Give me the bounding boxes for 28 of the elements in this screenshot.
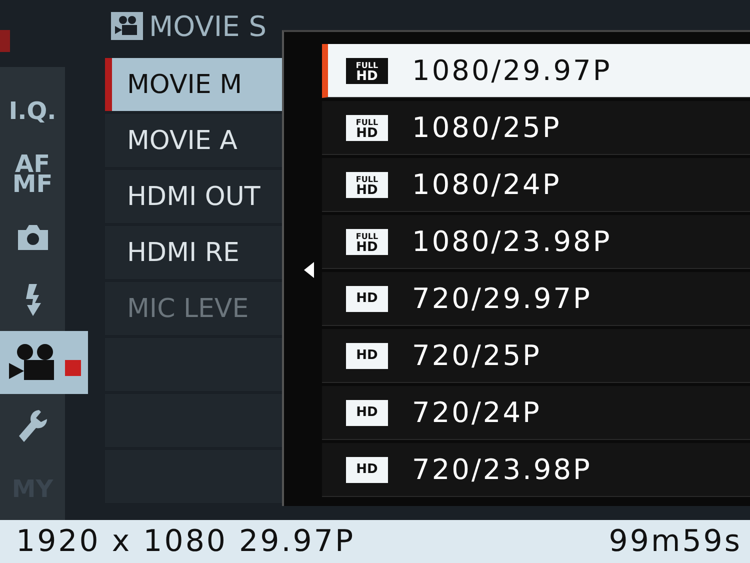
movie-camera-icon: [111, 12, 143, 40]
menu-title: MOVIE S: [149, 10, 266, 42]
sidebar-tab[interactable]: I.Q.: [0, 79, 65, 142]
resolution-text: 1920 x 1080 29.97P: [16, 524, 356, 559]
format-badge: HD: [346, 456, 388, 482]
option-item[interactable]: HD 720/29.97P: [322, 272, 750, 326]
wrench-icon: [16, 408, 48, 444]
remaining-time: 99m59s: [608, 524, 742, 559]
sidebar-tab[interactable]: [0, 331, 88, 394]
record-indicator: [65, 360, 81, 376]
format-badge: FULL HD: [346, 58, 388, 84]
option-item[interactable]: FULL HD 1080/23.98P: [322, 215, 750, 269]
format-badge: HD: [346, 342, 388, 368]
option-item[interactable]: FULL HD 1080/29.97P: [322, 44, 750, 98]
camera-icon: [16, 222, 50, 250]
left-arrow-icon: [304, 262, 314, 278]
format-badge: FULL HD: [346, 114, 388, 140]
format-badge: HD: [346, 286, 388, 312]
format-badge: FULL HD: [346, 172, 388, 198]
option-item[interactable]: FULL HD 1080/24P: [322, 158, 750, 212]
page-indicator: [0, 30, 10, 52]
option-item[interactable]: FULL HD 1080/25P: [322, 101, 750, 155]
sidebar-tab[interactable]: AF MF: [0, 142, 65, 205]
option-item[interactable]: HD 720/25P: [322, 329, 750, 383]
format-badge: HD: [346, 400, 388, 426]
option-item[interactable]: HD 720/24P: [322, 386, 750, 440]
option-item[interactable]: HD 720/23.98P: [322, 443, 750, 497]
format-badge: FULL HD: [346, 228, 388, 254]
